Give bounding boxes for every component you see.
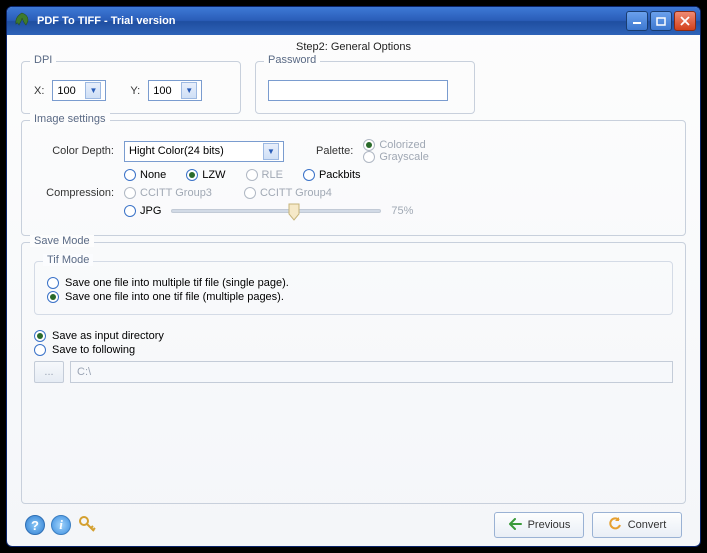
convert-button[interactable]: Convert (592, 512, 682, 538)
chevron-down-icon: ▼ (85, 82, 101, 99)
color-depth-combo[interactable]: Hight Color(24 bits) ▼ (124, 141, 284, 162)
app-logo-icon (13, 12, 31, 30)
save-following-radio[interactable]: Save to following (34, 343, 673, 357)
help-icon[interactable]: ? (25, 515, 45, 535)
color-depth-label: Color Depth: (34, 145, 114, 157)
password-input[interactable] (268, 80, 448, 101)
save-path-input (70, 361, 673, 383)
app-window: PDF To TIFF - Trial version Step2: Gener… (6, 6, 701, 547)
dpi-y-label: Y: (130, 85, 140, 97)
palette-colorized-radio: Colorized (363, 139, 429, 151)
dpi-y-combo[interactable]: 100 ▼ (148, 80, 202, 101)
save-mode-legend: Save Mode (30, 235, 94, 247)
dpi-y-value: 100 (153, 85, 171, 97)
minimize-button[interactable] (626, 11, 648, 31)
slider-thumb-icon (287, 202, 301, 222)
key-icon[interactable] (77, 514, 97, 537)
step-label: Step2: General Options (21, 39, 686, 55)
dpi-x-label: X: (34, 85, 44, 97)
jpg-quality-slider[interactable] (171, 209, 381, 213)
save-mode-group: Save Mode Tif Mode Save one file into mu… (21, 242, 686, 504)
image-settings-group: Image settings Color Depth: Hight Color(… (21, 120, 686, 236)
arrow-left-icon (508, 518, 522, 533)
browse-button: ... (34, 361, 64, 383)
compression-jpg-radio[interactable]: JPG (124, 205, 161, 217)
close-button[interactable] (674, 11, 696, 31)
tif-single-radio[interactable]: Save one file into multiple tif file (si… (47, 276, 660, 290)
tif-mode-legend: Tif Mode (43, 254, 93, 266)
previous-button[interactable]: Previous (494, 512, 584, 538)
palette-label: Palette: (316, 145, 353, 157)
dpi-x-value: 100 (57, 85, 75, 97)
password-group: Password (255, 61, 475, 114)
tif-mode-group: Tif Mode Save one file into multiple tif… (34, 261, 673, 315)
dpi-group: DPI X: 100 ▼ Y: 100 ▼ (21, 61, 241, 114)
window-title: PDF To TIFF - Trial version (37, 15, 176, 27)
image-settings-legend: Image settings (30, 113, 110, 125)
compression-label: Compression: (34, 187, 114, 199)
compression-ccitt3-radio: CCITT Group3 (124, 187, 212, 199)
palette-grayscale-radio: Grayscale (363, 151, 429, 163)
chevron-down-icon: ▼ (263, 143, 279, 160)
color-depth-value: Hight Color(24 bits) (129, 145, 224, 157)
refresh-icon (608, 517, 622, 534)
info-icon[interactable]: i (51, 515, 71, 535)
compression-rle-radio: RLE (246, 169, 283, 181)
footer: ? i Previous Convert (21, 510, 686, 538)
compression-none-radio[interactable]: None (124, 169, 166, 181)
compression-packbits-radio[interactable]: Packbits (303, 169, 361, 181)
tif-multi-radio[interactable]: Save one file into one tif file (multipl… (47, 290, 660, 304)
dpi-x-combo[interactable]: 100 ▼ (52, 80, 106, 101)
jpg-quality-value: 75% (391, 205, 413, 217)
compression-ccitt4-radio: CCITT Group4 (244, 187, 332, 199)
titlebar: PDF To TIFF - Trial version (7, 7, 700, 35)
save-input-dir-radio[interactable]: Save as input directory (34, 329, 673, 343)
maximize-button[interactable] (650, 11, 672, 31)
dpi-legend: DPI (30, 54, 56, 66)
chevron-down-icon: ▼ (181, 82, 197, 99)
compression-lzw-radio[interactable]: LZW (186, 169, 225, 181)
password-legend: Password (264, 54, 320, 66)
